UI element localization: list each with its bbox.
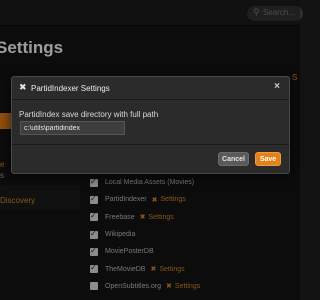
save-button[interactable]: Save [255, 152, 281, 166]
settings-dialog: ✖ PartidIndexer Settings × PartidIndex s… [11, 76, 290, 174]
cancel-button[interactable]: Cancel [218, 152, 249, 166]
wrench-icon: ✖ [19, 82, 27, 92]
directory-label: PartidIndex save directory with full pat… [19, 110, 159, 119]
dialog-title: PartidIndexer Settings [31, 84, 110, 93]
close-icon[interactable]: × [271, 81, 283, 94]
dialog-footer [12, 144, 289, 145]
dialog-header: ✖ PartidIndexer Settings × [12, 77, 289, 100]
directory-input[interactable] [20, 121, 125, 135]
